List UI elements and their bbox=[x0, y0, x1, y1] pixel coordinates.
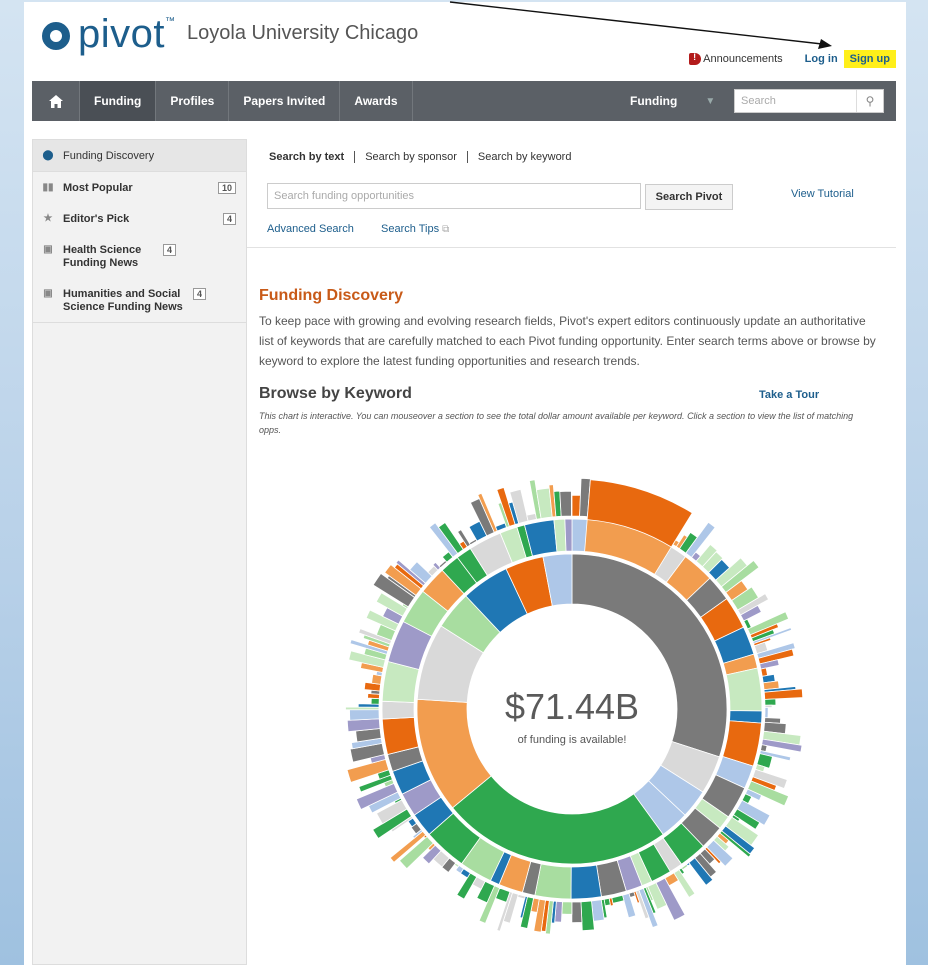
tab-search-by-text[interactable]: Search by text bbox=[269, 151, 356, 163]
divider bbox=[247, 247, 896, 248]
sidebar-item-editors-pick[interactable]: ★ Editor's Pick 4 bbox=[33, 203, 246, 234]
sunburst-chart[interactable]: $71.44B of funding is available! bbox=[332, 469, 812, 949]
sunburst-middle-segment[interactable] bbox=[381, 700, 415, 720]
sidebar-item-most-popular[interactable]: ▮▮ Most Popular 10 bbox=[33, 172, 246, 203]
chart-note: This chart is interactive. You can mouse… bbox=[259, 411, 854, 435]
tab-search-by-sponsor[interactable]: Search by sponsor bbox=[355, 151, 468, 163]
annotation-arrow bbox=[449, 1, 832, 49]
page-title: Funding Discovery bbox=[259, 287, 404, 304]
sunburst-outer-segment[interactable] bbox=[517, 893, 526, 900]
sidebar: ⬤ Funding Discovery ▮▮ Most Popular 10 ★… bbox=[32, 139, 247, 965]
sunburst-outer-segment[interactable] bbox=[673, 869, 696, 898]
funding-search-input[interactable]: Search funding opportunities bbox=[267, 183, 641, 209]
count-badge: 4 bbox=[193, 288, 207, 300]
center-value: $71.44B bbox=[505, 686, 639, 727]
sidebar-item-label: Most Popular bbox=[63, 182, 133, 194]
news-icon: ▣ bbox=[43, 288, 53, 299]
sidebar-item-label: Humanities and Social Science Funding Ne… bbox=[63, 288, 183, 313]
browse-title: Browse by Keyword bbox=[259, 385, 412, 402]
sunburst-outer-segment[interactable] bbox=[760, 667, 769, 677]
advanced-search-link[interactable]: Advanced Search bbox=[267, 223, 354, 235]
count-badge: 10 bbox=[217, 182, 236, 194]
funding-search-placeholder: Search funding opportunities bbox=[274, 190, 415, 202]
sunburst-outer-segment[interactable] bbox=[349, 709, 380, 721]
sunburst-outer-segment[interactable] bbox=[494, 522, 508, 532]
news-icon: ▣ bbox=[43, 244, 53, 255]
sunburst-outer-segment[interactable] bbox=[571, 901, 583, 923]
search-tabs: Search by text Search by sponsor Search … bbox=[269, 151, 581, 163]
page: pivot ™ Loyola University Chicago Announ… bbox=[24, 2, 906, 965]
search-tips-label: Search Tips bbox=[381, 223, 440, 235]
sunburst-outer-segment[interactable] bbox=[468, 538, 478, 546]
sunburst-outer-segment[interactable] bbox=[764, 698, 777, 706]
count-badge: 4 bbox=[163, 244, 177, 256]
count-badge: 4 bbox=[222, 213, 236, 225]
sidebar-item-health-science-news[interactable]: ▣ Health Science Funding News 4 bbox=[33, 234, 246, 278]
award-icon: ★ bbox=[43, 213, 53, 224]
search-pivot-button[interactable]: Search Pivot bbox=[645, 184, 733, 210]
sunburst-outer-segment[interactable] bbox=[611, 894, 625, 904]
bar-chart-icon: ▮▮ bbox=[42, 182, 54, 193]
sidebar-item-humanities-news[interactable]: ▣ Humanities and Social Science Funding … bbox=[33, 278, 246, 323]
external-link-icon: ⧉ bbox=[442, 224, 450, 235]
sunburst-middle-segment[interactable] bbox=[725, 667, 763, 712]
sunburst-outer-segment[interactable] bbox=[621, 892, 637, 919]
sunburst-outer-segment[interactable] bbox=[526, 512, 538, 522]
sidebar-item-label: Health Science Funding News bbox=[63, 244, 142, 269]
view-tutorial-link[interactable]: View Tutorial bbox=[791, 188, 854, 200]
intro-text: To keep pace with growing and evolving r… bbox=[259, 314, 876, 368]
center-label: of funding is available! bbox=[518, 734, 627, 746]
search-tips-link[interactable]: Search Tips ⧉ bbox=[381, 223, 449, 235]
sunburst-outer-segment[interactable] bbox=[571, 494, 581, 517]
sunburst-middle-segment[interactable] bbox=[570, 864, 602, 900]
sidebar-item-label: Funding Discovery bbox=[63, 150, 155, 162]
pivot-logo-icon: ⬤ bbox=[42, 150, 54, 161]
take-a-tour-link[interactable]: Take a Tour bbox=[759, 389, 819, 401]
sunburst-outer-segment[interactable] bbox=[370, 697, 380, 705]
sunburst-outer-segment[interactable] bbox=[559, 490, 572, 517]
sunburst-outer-segment[interactable] bbox=[561, 901, 573, 915]
sunburst-middle-segment[interactable] bbox=[564, 518, 573, 552]
sidebar-item-label: Editor's Pick bbox=[63, 213, 130, 225]
sidebar-item-funding-discovery[interactable]: ⬤ Funding Discovery bbox=[33, 140, 246, 172]
tab-search-by-keyword[interactable]: Search by keyword bbox=[468, 151, 582, 163]
sunburst-outer-segment[interactable] bbox=[764, 707, 769, 719]
